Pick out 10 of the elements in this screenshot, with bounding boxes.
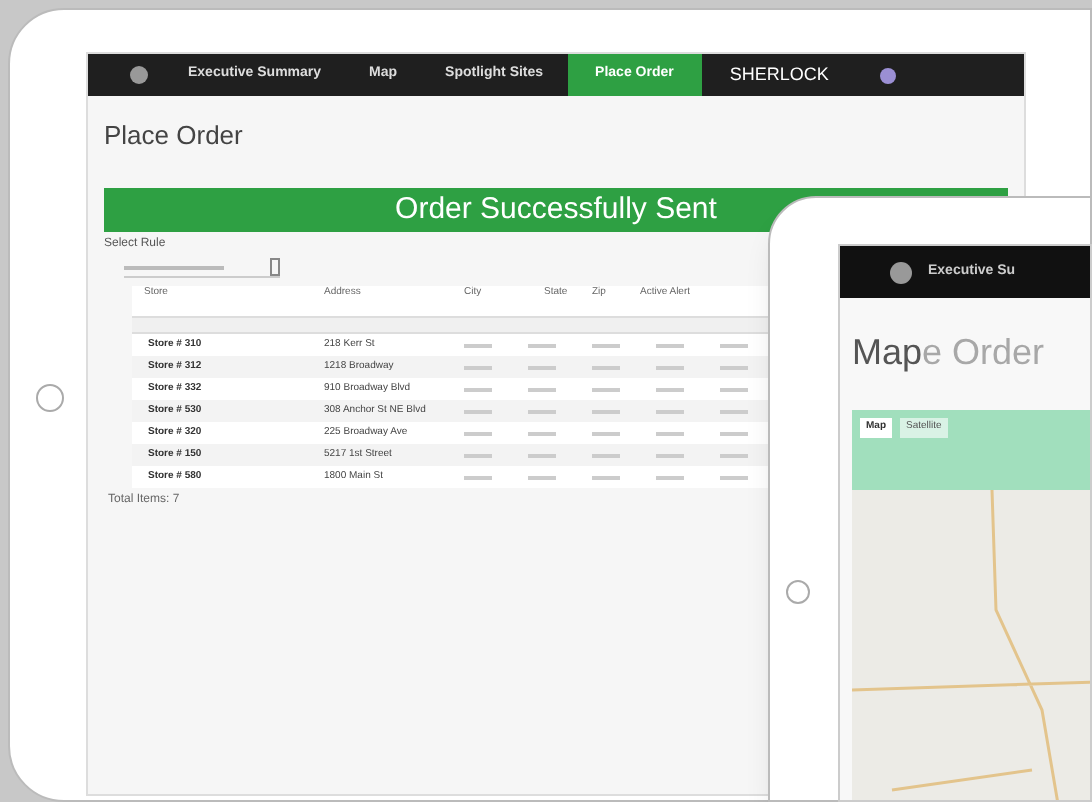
home-button-icon xyxy=(36,384,64,412)
home-button-icon xyxy=(786,580,810,604)
avatar-icon xyxy=(880,67,897,83)
page-title: Map xyxy=(852,332,923,372)
rule-dropdown[interactable] xyxy=(124,258,280,278)
page-title: Place Order xyxy=(102,118,245,154)
brand-logo: SHERLOCK xyxy=(729,61,829,88)
logo-icon xyxy=(130,66,148,84)
faded-title: e Order xyxy=(922,332,1045,372)
logo-icon xyxy=(890,261,912,283)
